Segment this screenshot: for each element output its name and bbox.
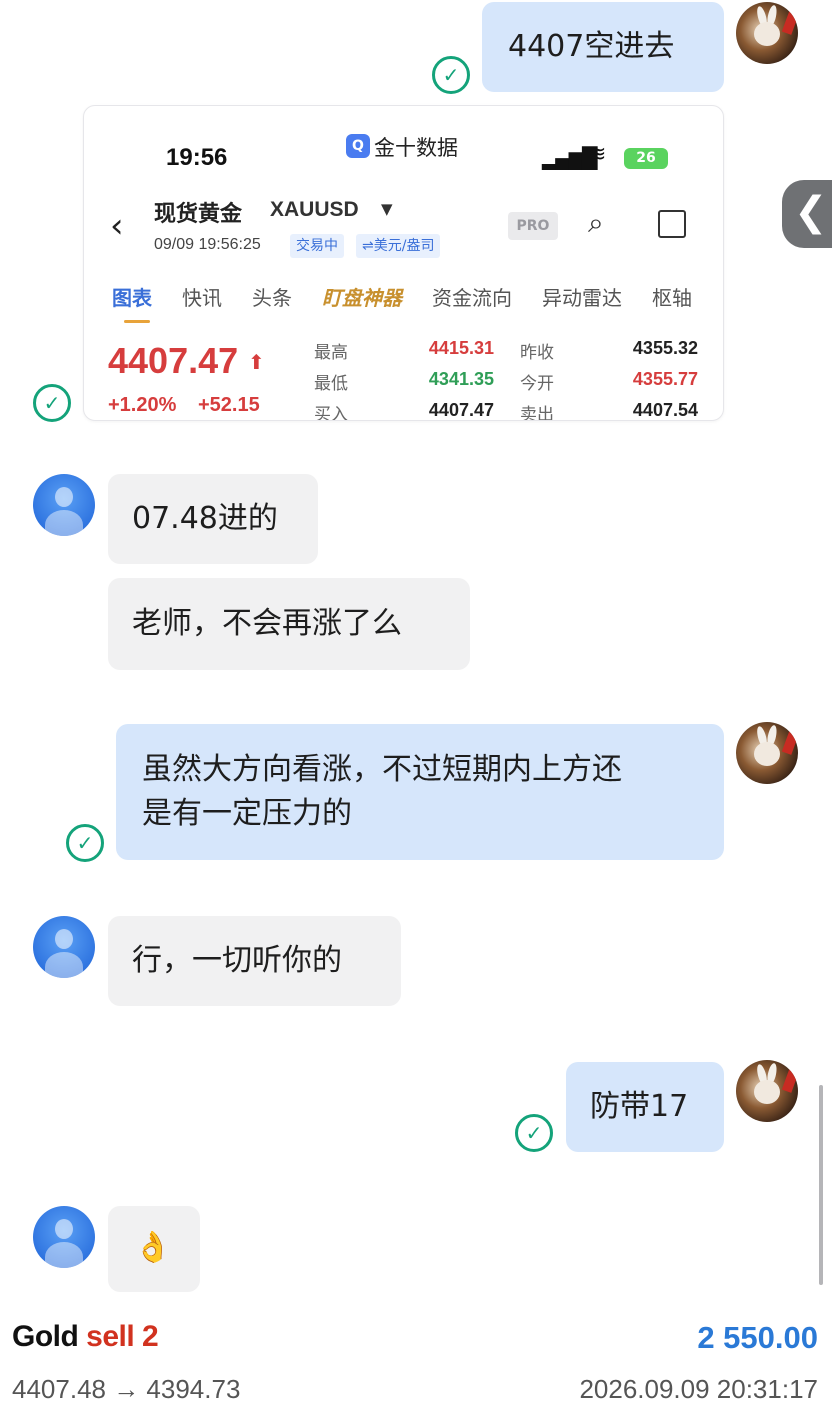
my-avatar[interactable]	[736, 2, 798, 64]
message-text: 防带17	[590, 1089, 689, 1124]
message-text: 行，一切听你的	[132, 943, 342, 978]
contact-avatar[interactable]	[33, 1206, 95, 1268]
trade-timestamp: 2026.09.09 20:31:17	[579, 1374, 818, 1404]
bid-label: 买入	[314, 405, 348, 421]
quote-datetime: 09/09 19:56:25	[154, 236, 261, 253]
search-icon[interactable]: ⌕	[588, 206, 604, 240]
read-check-icon: ✓	[66, 824, 104, 862]
message-text: 4407空进去	[508, 29, 675, 64]
my-avatar[interactable]	[736, 722, 798, 784]
symbol[interactable]: XAUUSD	[270, 198, 359, 222]
pro-badge[interactable]: PRO	[508, 212, 558, 240]
trade-side: sell 2	[86, 1320, 159, 1353]
trading-status-badge: 交易中	[290, 234, 344, 258]
ask-value: 4407.54	[632, 400, 698, 420]
message-bubble-other[interactable]: 👌	[108, 1206, 200, 1292]
trade-amount: 2 550.00	[697, 1320, 818, 1355]
message-text-line1: 虽然大方向看涨，不过短期内上方还	[142, 752, 622, 787]
prev-close-label: 昨收	[520, 343, 554, 363]
app-name: 金十数据	[374, 136, 458, 160]
my-avatar[interactable]	[736, 1060, 798, 1122]
message-bubble-self[interactable]: 防带17	[566, 1062, 724, 1152]
contact-avatar[interactable]	[33, 474, 95, 536]
instrument-name: Gold	[12, 1320, 79, 1353]
product-name: 现货黄金	[154, 202, 243, 227]
tab-radar[interactable]: 异动雷达	[542, 282, 622, 311]
tab-headlines[interactable]: 头条	[252, 282, 292, 311]
bid-value: 4407.47	[428, 400, 494, 420]
chevron-left-icon: ❮	[794, 189, 828, 235]
change-percent: +1.20%	[108, 394, 177, 416]
trade-instrument: Gold sell 2	[12, 1320, 159, 1354]
low-value: 4341.35	[428, 369, 494, 389]
message-text-line2: 是有一定压力的	[142, 796, 352, 831]
tab-bar: 图表 快讯 头条 盯盘神器 资金流向 异动雷达 枢轴	[112, 282, 722, 323]
high-label: 最高	[314, 343, 348, 363]
open-value: 4355.77	[632, 369, 698, 389]
shared-screenshot[interactable]: 19:56 Q 金十数据 ▂▄▆█ ≋ 26 ‹ 现货黄金 XAUUSD ▼ 0…	[83, 105, 724, 421]
side-collapse-handle[interactable]: ❮	[782, 180, 832, 248]
contact-avatar[interactable]	[33, 916, 95, 978]
low-label: 最低	[314, 374, 348, 394]
wifi-icon: ≋	[588, 142, 607, 167]
tab-pivot[interactable]: 枢轴	[652, 282, 692, 311]
tab-chart[interactable]: 图表	[112, 282, 152, 323]
tab-flash[interactable]: 快讯	[182, 282, 222, 311]
message-text: 07.48进的	[132, 501, 278, 536]
message-bubble-other[interactable]: 行，一切听你的	[108, 916, 401, 1006]
status-time: 19:56	[166, 144, 228, 171]
current-price: 4407.47	[108, 340, 239, 381]
message-bubble-self[interactable]: 虽然大方向看涨，不过短期内上方还 是有一定压力的	[116, 724, 724, 860]
unit-badge: ⇌美元/盎司	[356, 234, 441, 258]
share-icon[interactable]	[658, 210, 686, 238]
trade-prices: 4407.48 → 4394.73	[12, 1374, 241, 1404]
message-text: 老师，不会再涨了么	[132, 606, 402, 641]
caret-down-icon[interactable]: ▼	[381, 200, 393, 218]
high-value: 4415.31	[428, 338, 494, 358]
message-bubble-other[interactable]: 老师，不会再涨了么	[108, 578, 470, 670]
message-bubble-other[interactable]: 07.48进的	[108, 474, 318, 564]
ask-label: 卖出	[520, 405, 554, 421]
read-check-icon: ✓	[33, 384, 71, 422]
message-bubble-self[interactable]: 4407空进去	[482, 2, 724, 92]
scrollbar[interactable]	[819, 1085, 823, 1285]
app-icon: Q	[346, 134, 370, 158]
battery-icon: 26	[624, 148, 668, 169]
back-icon[interactable]: ‹	[110, 206, 124, 246]
up-arrow-icon: ⬆	[248, 350, 265, 374]
ok-hand-emoji: 👌	[134, 1230, 172, 1265]
read-check-icon: ✓	[432, 56, 470, 94]
open-label: 今开	[520, 374, 554, 394]
change-absolute: +52.15	[198, 394, 260, 416]
read-check-icon: ✓	[515, 1114, 553, 1152]
tab-watch-tool[interactable]: 盯盘神器	[322, 282, 402, 311]
prev-close-value: 4355.32	[632, 338, 698, 358]
tab-capital-flow[interactable]: 资金流向	[432, 282, 512, 311]
